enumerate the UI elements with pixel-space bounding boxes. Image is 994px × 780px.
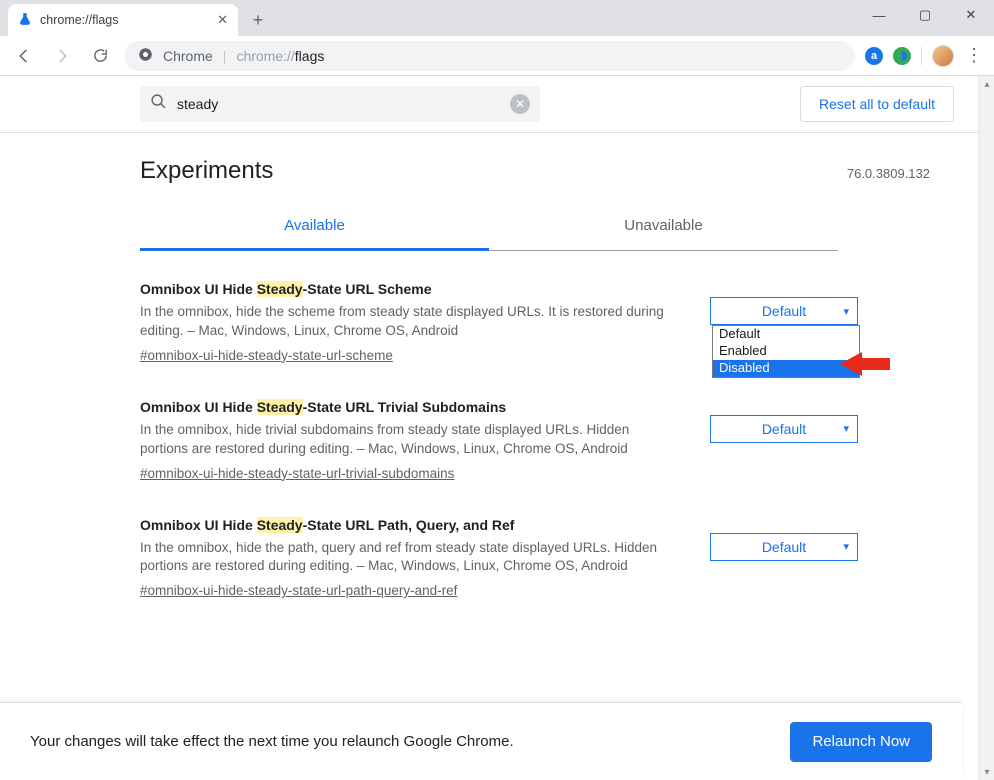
flags-search-box[interactable]: ✕ bbox=[140, 86, 540, 122]
flag-title: Omnibox UI Hide Steady-State URL Scheme bbox=[140, 281, 680, 297]
tab-available[interactable]: Available bbox=[140, 203, 489, 251]
dropdown-option-default[interactable]: Default bbox=[713, 326, 859, 343]
extension-icon-1[interactable]: a bbox=[865, 47, 883, 65]
profile-avatar[interactable] bbox=[932, 45, 954, 67]
page-title: Experiments bbox=[140, 157, 273, 185]
flag-select[interactable]: Default bbox=[710, 415, 858, 443]
tab-unavailable[interactable]: Unavailable bbox=[489, 203, 838, 250]
flag-select-dropdown[interactable]: Default Enabled Disabled bbox=[712, 325, 860, 378]
flag-description: In the omnibox, hide the path, query and… bbox=[140, 539, 680, 577]
flag-anchor-link[interactable]: #omnibox-ui-hide-steady-state-url-trivia… bbox=[140, 466, 454, 481]
reload-button[interactable] bbox=[86, 42, 114, 70]
new-tab-button[interactable]: + bbox=[244, 6, 272, 34]
flag-row: Omnibox UI Hide Steady-State URL Scheme … bbox=[140, 281, 954, 365]
dropdown-option-disabled[interactable]: Disabled bbox=[713, 360, 859, 377]
close-tab-icon[interactable]: ✕ bbox=[217, 12, 228, 28]
browser-tab[interactable]: chrome://flags ✕ bbox=[8, 4, 238, 36]
version-label: 76.0.3809.132 bbox=[847, 166, 930, 181]
kebab-menu-icon[interactable]: ⋮ bbox=[964, 45, 984, 66]
flag-description: In the omnibox, hide trivial subdomains … bbox=[140, 421, 680, 459]
window-close-button[interactable]: ✕ bbox=[948, 0, 994, 30]
scrollbar-up-icon[interactable]: ▴ bbox=[979, 76, 994, 92]
search-icon bbox=[150, 93, 167, 115]
flag-row: Omnibox UI Hide Steady-State URL Path, Q… bbox=[140, 517, 954, 601]
scrollbar[interactable]: ▴ ▾ bbox=[978, 76, 994, 780]
flag-description: In the omnibox, hide the scheme from ste… bbox=[140, 303, 680, 341]
flag-title: Omnibox UI Hide Steady-State URL Trivial… bbox=[140, 399, 680, 415]
flask-icon bbox=[18, 12, 32, 29]
back-button[interactable] bbox=[10, 42, 38, 70]
toolbar-separator bbox=[921, 47, 922, 65]
search-input[interactable] bbox=[177, 96, 500, 112]
chrome-icon bbox=[138, 47, 153, 65]
extension-icon-2[interactable] bbox=[893, 47, 911, 65]
flag-anchor-link[interactable]: #omnibox-ui-hide-steady-state-url-scheme bbox=[140, 348, 393, 363]
flag-anchor-link[interactable]: #omnibox-ui-hide-steady-state-url-path-q… bbox=[140, 583, 457, 598]
window-minimize-button[interactable]: — bbox=[856, 0, 902, 30]
address-bar[interactable]: Chrome | chrome://flags bbox=[124, 41, 855, 71]
annotation-arrow-icon bbox=[840, 352, 890, 376]
forward-button bbox=[48, 42, 76, 70]
flag-select[interactable]: Default bbox=[710, 297, 858, 325]
relaunch-button[interactable]: Relaunch Now bbox=[790, 722, 932, 762]
relaunch-message: Your changes will take effect the next t… bbox=[30, 733, 514, 750]
address-separator: | bbox=[223, 48, 227, 64]
address-url: chrome://flags bbox=[236, 48, 324, 64]
dropdown-option-enabled[interactable]: Enabled bbox=[713, 343, 859, 360]
flag-title: Omnibox UI Hide Steady-State URL Path, Q… bbox=[140, 517, 680, 533]
clear-search-icon[interactable]: ✕ bbox=[510, 94, 530, 114]
scrollbar-down-icon[interactable]: ▾ bbox=[979, 764, 994, 780]
tab-title: chrome://flags bbox=[40, 13, 119, 27]
window-maximize-button[interactable]: ▢ bbox=[902, 0, 948, 30]
address-security-label: Chrome bbox=[163, 48, 213, 64]
flag-row: Omnibox UI Hide Steady-State URL Trivial… bbox=[140, 399, 954, 483]
reset-all-button[interactable]: Reset all to default bbox=[800, 86, 954, 122]
flag-select[interactable]: Default bbox=[710, 533, 858, 561]
